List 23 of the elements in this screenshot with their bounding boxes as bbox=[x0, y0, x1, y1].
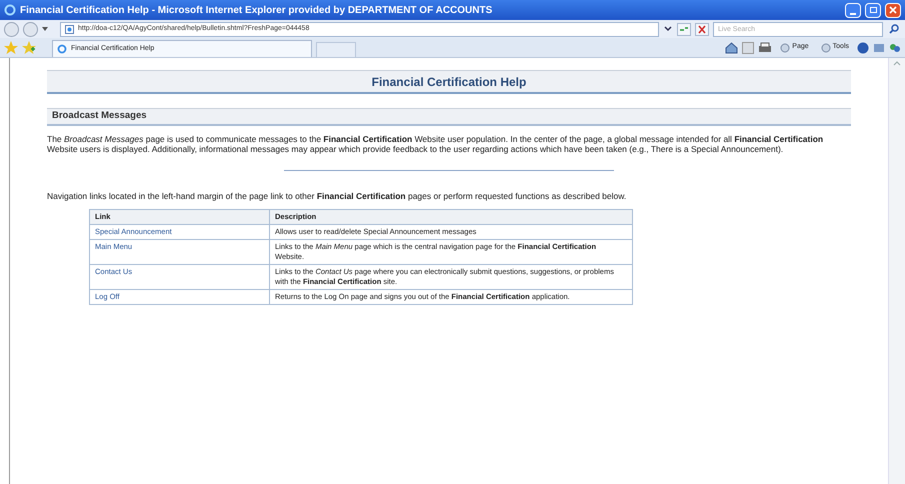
window-title: Financial Certification Help - Microsoft Internet Explorer provided by DEPARTMENT OF ACCOUNTS bbox=[20, 4, 492, 18]
close-button[interactable] bbox=[885, 2, 901, 18]
home-icon[interactable] bbox=[725, 42, 738, 54]
section-title: Broadcast Messages bbox=[52, 109, 147, 124]
search-icon[interactable] bbox=[887, 22, 901, 36]
back-button[interactable] bbox=[4, 22, 19, 36]
stop-icon[interactable] bbox=[695, 22, 709, 36]
dropdown-icon[interactable] bbox=[42, 27, 48, 31]
page-icon bbox=[65, 24, 74, 34]
scrollbar[interactable] bbox=[888, 58, 905, 484]
navigation-paragraph: Navigation links located in the left-hand margin of the page link to other Financial Certification pages or perform requested functions as described below. bbox=[47, 191, 628, 201]
globe-icon bbox=[57, 44, 67, 54]
circle-icon bbox=[820, 42, 831, 52]
minimize-button[interactable] bbox=[845, 2, 861, 18]
printer-icon[interactable] bbox=[758, 42, 772, 54]
star-icon[interactable] bbox=[4, 41, 18, 54]
close-icon bbox=[889, 6, 897, 14]
intro-paragraph: The Broadcast Messages page is used to communicate messages to the Financial Certification Website user population. In the center of the page, a global message intended for all Financial Certification Website users is displayed. Additionally, informational messages may appear which provide feedback to the user regarding actions which have been taken (e.g., There is a Special Announcement). bbox=[47, 134, 824, 154]
star-plus-icon[interactable] bbox=[22, 41, 36, 54]
circle-icon bbox=[780, 42, 790, 52]
maximize-button[interactable] bbox=[865, 2, 881, 18]
page-title: Financial Certification Help bbox=[372, 74, 526, 90]
browser-logo-icon bbox=[4, 4, 16, 16]
